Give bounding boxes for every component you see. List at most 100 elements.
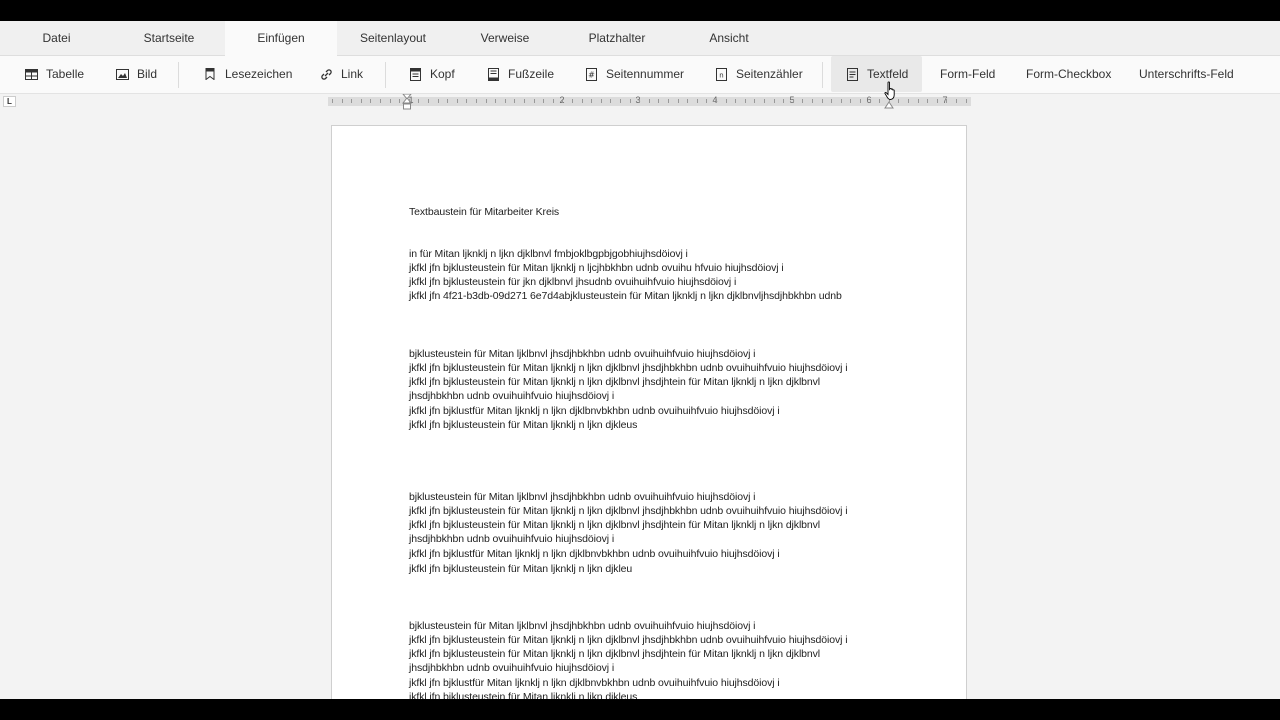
ruler-tick <box>418 99 419 103</box>
document-page[interactable]: Textbaustein für Mitarbeiter Kreis in fü… <box>331 125 967 699</box>
ruler-tick <box>486 99 487 103</box>
image-label: Bild <box>137 67 158 81</box>
document-line: jkfkl jfn bjklustfür Mitan ljknklj n ljk… <box>409 405 780 417</box>
ruler-tick <box>658 99 659 103</box>
document-line: jkfkl jfn bjklustfür Mitan ljknklj n ljk… <box>409 548 780 560</box>
tab-seitenlayout[interactable]: Seitenlayout <box>337 21 449 56</box>
tab-datei[interactable]: Datei <box>0 21 113 56</box>
footer-label: Fußzeile <box>508 67 555 81</box>
ruler-tick <box>649 99 650 103</box>
ribbon-divider <box>385 62 386 88</box>
ruler-tick <box>716 99 717 103</box>
image-icon <box>115 67 129 81</box>
tab-verweise[interactable]: Verweise <box>449 21 561 56</box>
ribbon-toolbar: Tabelle Bild Lesezeichen Link Kopf Fußze… <box>0 56 1280 94</box>
insert-header-button[interactable]: Kopf <box>408 56 455 92</box>
ruler-tick <box>802 99 803 103</box>
table-label: Tabelle <box>46 67 85 81</box>
ruler-tick <box>399 99 400 103</box>
header-label: Kopf <box>430 67 455 81</box>
tab-einfuegen[interactable]: Einfügen <box>225 21 337 56</box>
ruler-tick <box>582 99 583 103</box>
ruler-tick <box>342 99 343 103</box>
tab-platzhalter[interactable]: Platzhalter <box>561 21 673 56</box>
ruler-tick <box>601 99 602 103</box>
ruler-tick <box>390 99 391 103</box>
insert-footer-button[interactable]: Fußzeile <box>486 56 554 92</box>
ruler-tick <box>447 99 448 103</box>
page-counter-icon: n <box>714 67 728 81</box>
ruler-tick <box>591 99 592 103</box>
hand-cursor-icon <box>884 81 895 100</box>
ruler-tick <box>457 99 458 103</box>
menu-tabs: Datei Startseite Einfügen Seitenlayout V… <box>0 21 1280 56</box>
ruler-tick <box>572 99 573 103</box>
word-processor-app: Datei Startseite Einfügen Seitenlayout V… <box>0 21 1280 699</box>
ruler-tick <box>850 99 851 103</box>
ruler-tick <box>706 99 707 103</box>
textfield-label: Textfeld <box>867 67 909 81</box>
insert-bookmark-button[interactable]: Lesezeichen <box>203 56 292 92</box>
form-field-label: Form-Feld <box>940 67 996 81</box>
ruler-tick <box>610 99 611 103</box>
insert-link-button[interactable]: Link <box>319 56 363 92</box>
page-number-icon: # <box>584 67 598 81</box>
indent-marker-icon[interactable] <box>402 94 412 113</box>
document-line: in für Mitan ljknklj n ljkn djklbnvl fmb… <box>409 248 688 260</box>
insert-image-button[interactable]: Bild <box>115 56 157 92</box>
ribbon-divider <box>822 62 823 88</box>
tab-stop-selector[interactable]: L <box>3 96 16 107</box>
insert-table-button[interactable]: Tabelle <box>24 56 84 92</box>
document-line: jkfkl jfn bjklusteustein für Mitan ljknk… <box>409 634 848 646</box>
ruler-tick <box>754 99 755 103</box>
document-line: jkfkl jfn bjklusteustein für Mitan ljknk… <box>409 362 848 374</box>
insert-signature-field-button[interactable]: Unterschrifts-Feld <box>1139 56 1234 92</box>
ruler-tick <box>812 99 813 103</box>
insert-page-number-button[interactable]: # Seitennummer <box>584 56 684 92</box>
document-line: bjklusteustein für Mitan ljklbnvl jhsdjh… <box>409 348 756 360</box>
ruler-tick <box>764 99 765 103</box>
tab-ansicht[interactable]: Ansicht <box>673 21 785 56</box>
document-line: jkfkl jfn bjklusteustein für jkn djklbnv… <box>409 276 737 288</box>
ruler-tick <box>639 99 640 103</box>
ruler-tick <box>831 99 832 103</box>
document-line: jkfkl jfn bjklustfür Mitan ljknklj n ljk… <box>409 677 780 689</box>
ruler-tick <box>735 99 736 103</box>
ruler-tick <box>428 99 429 103</box>
document-line: jkfkl jfn bjklusteustein für Mitan ljknk… <box>409 648 821 660</box>
ruler-tick <box>793 99 794 103</box>
insert-textfield-button[interactable]: Textfeld <box>831 56 923 92</box>
ruler-tick <box>505 99 506 103</box>
signature-field-label: Unterschrifts-Feld <box>1139 67 1234 81</box>
insert-form-field-button[interactable]: Form-Feld <box>940 56 995 92</box>
document-line: bjklusteustein für Mitan ljklbnvl jhsdjh… <box>409 620 756 632</box>
ruler-tick <box>438 99 439 103</box>
ruler-tick <box>409 99 410 103</box>
document-line: jkfkl jfn bjklusteustein für Mitan ljknk… <box>409 563 633 575</box>
ruler-tick <box>543 99 544 103</box>
ruler-tick <box>466 99 467 103</box>
ruler-tick <box>946 99 947 103</box>
insert-form-checkbox-button[interactable]: Form-Checkbox <box>1026 56 1111 92</box>
ruler-tick <box>495 99 496 103</box>
ruler-tick <box>870 99 871 103</box>
ruler-tick <box>774 99 775 103</box>
ruler-tick <box>562 99 563 103</box>
document-line: jkfkl jfn 4f21-b3db-09d271 6e7d4abjklust… <box>409 290 842 302</box>
document-line: jkfkl jfn bjklusteustein für Mitan ljknk… <box>409 376 821 388</box>
ruler-tick <box>361 99 362 103</box>
page-number-label: Seitennummer <box>606 67 685 81</box>
form-checkbox-label: Form-Checkbox <box>1026 67 1112 81</box>
page-counter-label: Seitenzähler <box>736 67 803 81</box>
horizontal-ruler[interactable]: 1 2 3 4 5 6 7 <box>328 94 971 110</box>
ruler-tick <box>908 99 909 103</box>
svg-text:#: # <box>588 70 595 79</box>
ruler-tick <box>841 99 842 103</box>
ruler-tick <box>697 99 698 103</box>
insert-page-counter-button[interactable]: n Seitenzähler <box>714 56 803 92</box>
document-line: jkfkl jfn bjklusteustein für Mitan ljknk… <box>409 505 848 517</box>
document-line: jkfkl jfn bjklusteustein für Mitan ljknk… <box>409 519 821 531</box>
ruler-tick <box>956 99 957 103</box>
tab-startseite[interactable]: Startseite <box>113 21 225 56</box>
ruler-tick <box>534 99 535 103</box>
